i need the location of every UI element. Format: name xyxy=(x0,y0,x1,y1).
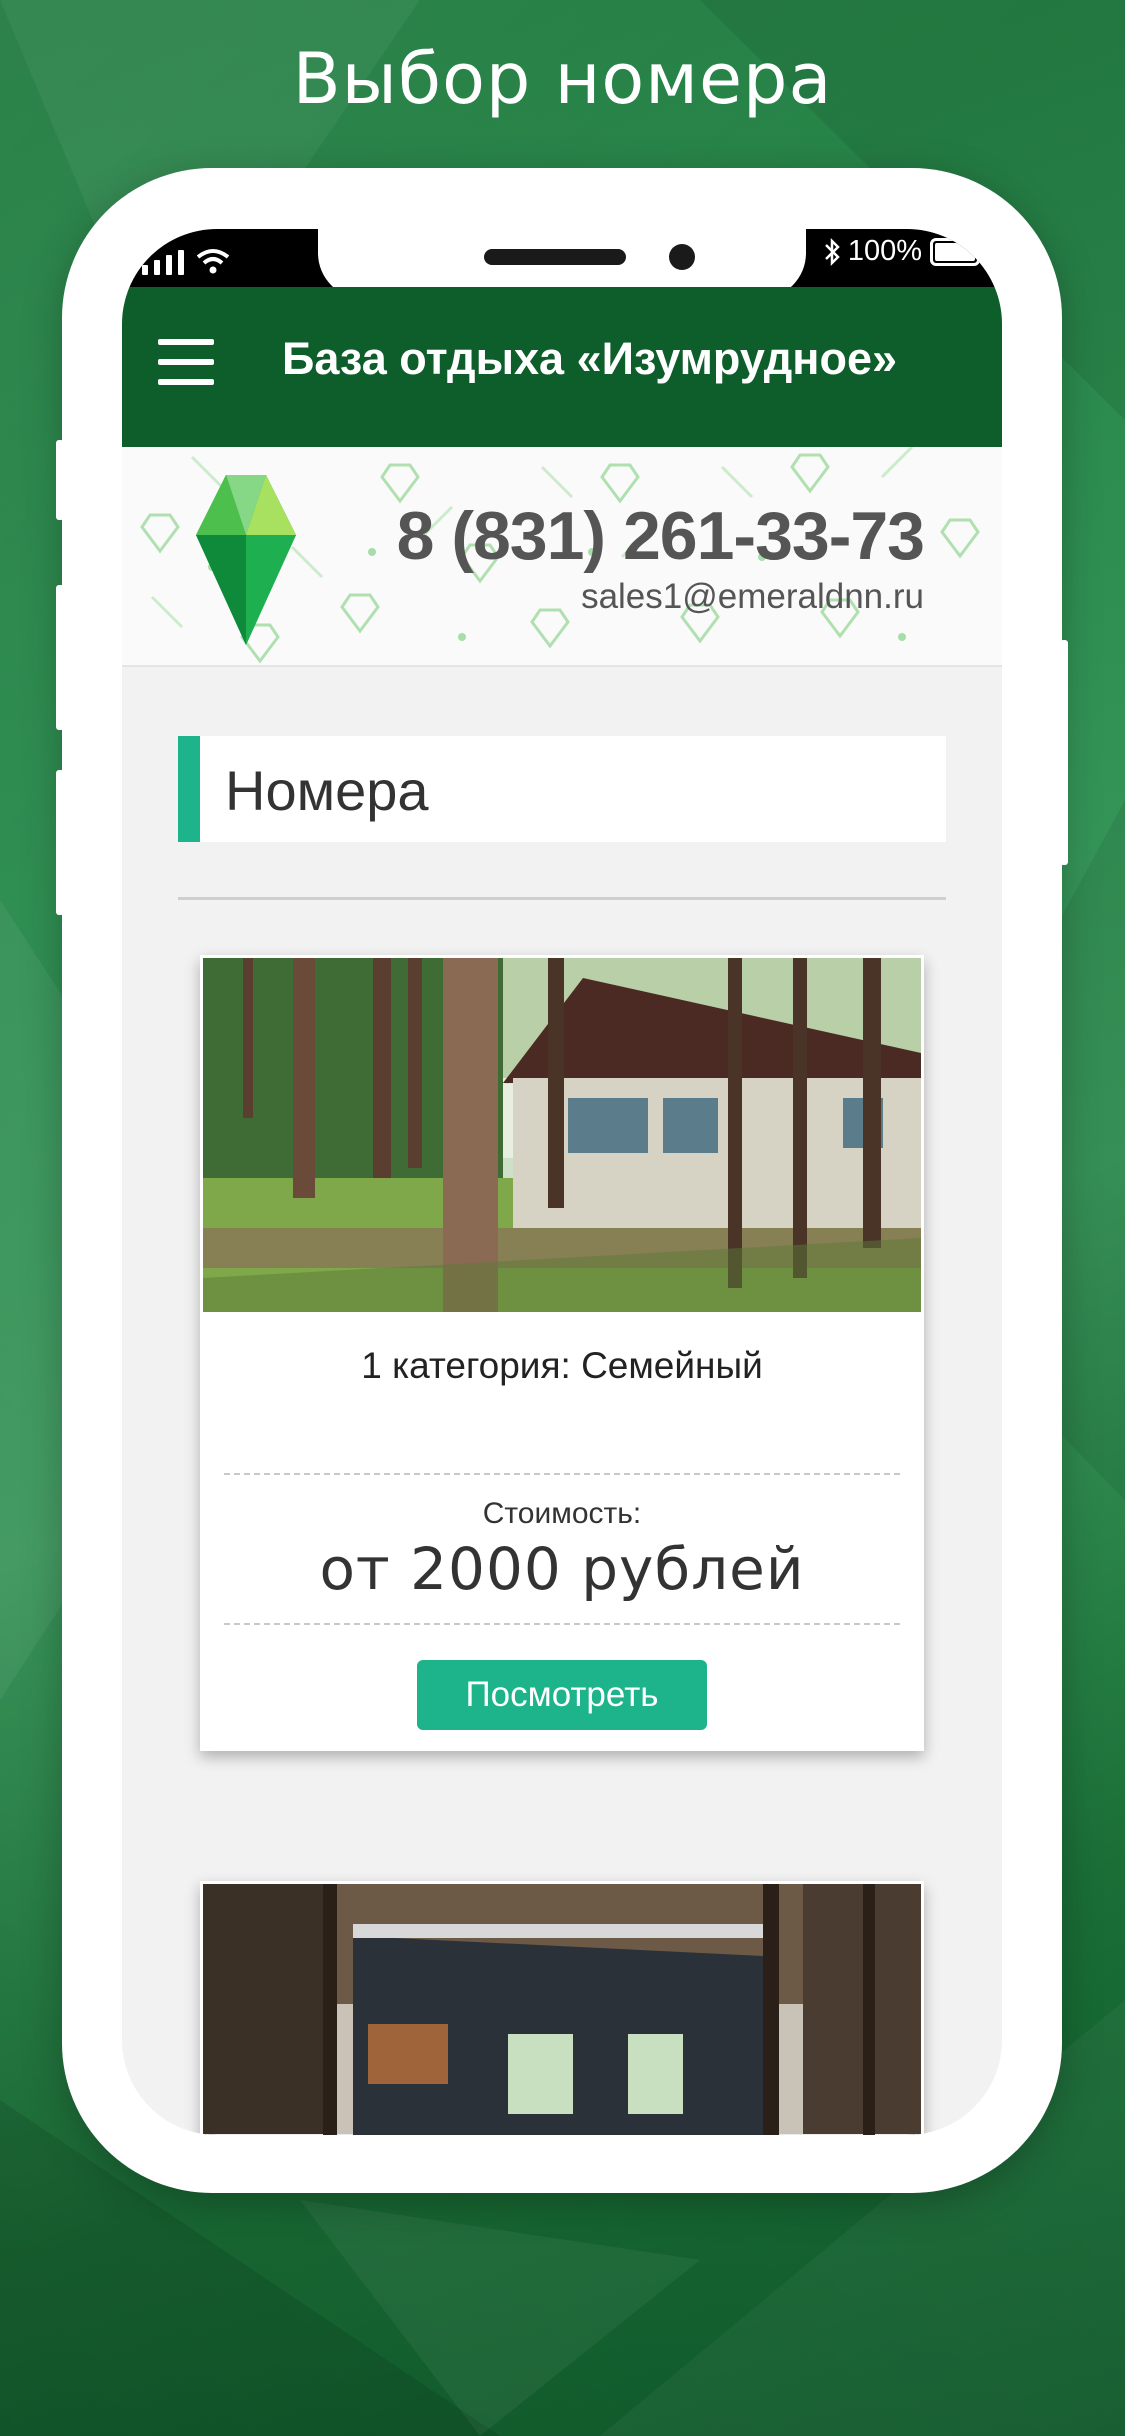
room-card: 1 категория: Семейный Стоимость: от 2000… xyxy=(200,955,924,1751)
app-bar: База отдыха «Изумрудное» xyxy=(122,287,1002,447)
card-divider xyxy=(224,1473,900,1475)
signal-icon xyxy=(166,255,172,275)
section-header: Номера xyxy=(178,736,946,842)
menu-icon[interactable] xyxy=(158,339,214,385)
phone-side-button xyxy=(56,770,64,915)
phone-side-button xyxy=(56,440,64,520)
signal-icon xyxy=(178,250,184,275)
view-room-button[interactable]: Посмотреть xyxy=(417,1660,707,1730)
status-right: 100% xyxy=(824,235,985,268)
signal-icon xyxy=(142,265,148,275)
emerald-logo xyxy=(196,475,296,645)
signal-wifi-group xyxy=(142,239,230,275)
price-value: от 2000 рублей xyxy=(319,1535,805,1603)
app-screen: 100% База отдыха «Изумрудное» 8 (831) 26… xyxy=(122,229,1002,2135)
room-photo[interactable] xyxy=(203,958,921,1312)
wifi-icon xyxy=(196,249,230,274)
contact-phone[interactable]: 8 (831) 261-33-73 xyxy=(397,497,925,575)
phone-side-button xyxy=(1060,640,1068,865)
battery-percent: 100% xyxy=(847,235,922,267)
phone-side-button xyxy=(56,585,64,730)
room-card xyxy=(200,1881,924,2135)
card-divider xyxy=(224,1623,900,1625)
section-title: Номера xyxy=(225,759,429,822)
bluetooth-icon xyxy=(824,237,840,266)
room-category-title: 1 категория: Семейный xyxy=(361,1345,763,1386)
app-title: База отдыха «Изумрудное» xyxy=(282,333,898,384)
section-divider xyxy=(178,897,946,900)
signal-icon xyxy=(154,260,160,275)
front-camera xyxy=(669,244,695,270)
promo-title: Выбор номера xyxy=(292,38,833,120)
contact-email[interactable]: sales1@emeraldnn.ru xyxy=(581,577,924,617)
contact-header: 8 (831) 261-33-73 sales1@emeraldnn.ru xyxy=(122,447,1002,667)
battery-icon xyxy=(930,237,985,266)
room-photo[interactable] xyxy=(203,1884,921,2135)
speaker-grille xyxy=(484,249,626,265)
price-label: Стоимость: xyxy=(482,1497,642,1530)
